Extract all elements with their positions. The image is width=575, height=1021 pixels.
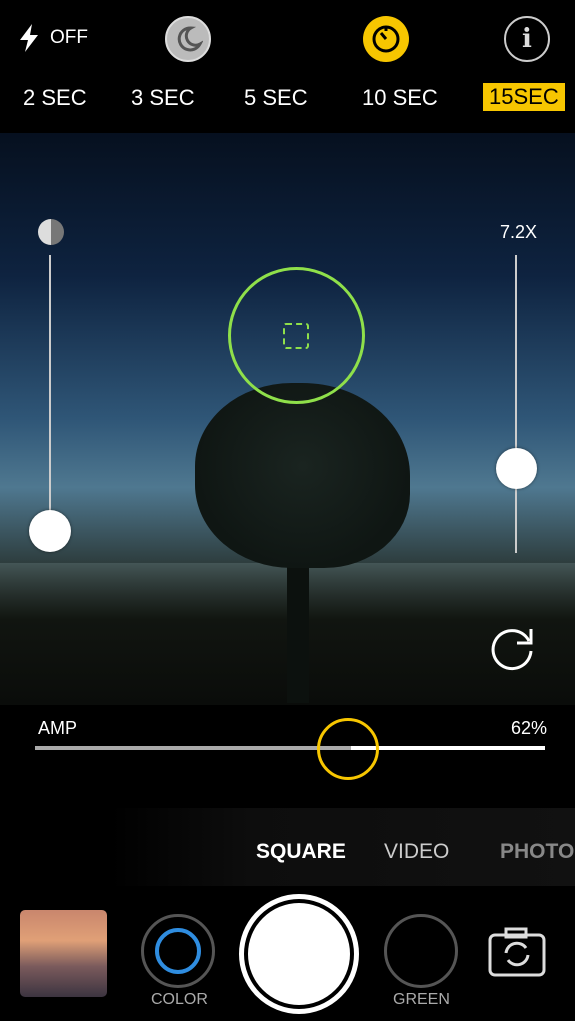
gallery-thumbnail[interactable]	[20, 910, 107, 997]
moon-icon	[177, 26, 203, 52]
exposure-slider-track[interactable]	[49, 255, 51, 530]
filter-color-swatch	[155, 928, 201, 974]
timer-3sec[interactable]: 3 SEC	[131, 85, 195, 111]
lightning-icon	[20, 24, 38, 52]
rotate-icon[interactable]	[485, 621, 539, 675]
zoom-label: 7.2X	[500, 222, 538, 242]
amp-label: AMP	[38, 718, 78, 738]
camera-viewfinder[interactable]: 7.2X	[0, 133, 575, 705]
flash-toggle[interactable]: OFF	[18, 24, 88, 52]
timer-2sec[interactable]: 2 SEC	[23, 85, 87, 111]
timer-15sec[interactable]: 15SEC	[483, 83, 565, 111]
amp-value: 62%	[511, 718, 548, 738]
amp-slider-track[interactable]	[35, 746, 545, 750]
half-circle-icon	[38, 219, 64, 245]
filter-green-button[interactable]	[384, 914, 458, 988]
timer-icon	[372, 25, 400, 53]
night-mode-button[interactable]	[165, 16, 211, 62]
flash-label: OFF	[50, 27, 88, 48]
scene-tree	[195, 383, 410, 568]
filter-green-label: GREEN	[393, 991, 450, 1008]
mode-video[interactable]: VIDEO	[384, 840, 449, 864]
zoom-slider-track[interactable]	[515, 255, 517, 553]
shutter-inner	[248, 903, 350, 1005]
amp-slider-knob[interactable]	[317, 718, 379, 780]
timer-10sec[interactable]: 10 SEC	[362, 85, 438, 111]
timer-button[interactable]	[363, 16, 409, 62]
filter-color-label: COLOR	[151, 991, 208, 1008]
exposure-slider-knob[interactable]	[29, 510, 71, 552]
zoom-slider-knob[interactable]	[496, 448, 537, 489]
shutter-button[interactable]	[239, 894, 359, 1014]
mode-square[interactable]: SQUARE	[256, 840, 346, 864]
focus-point-icon	[283, 323, 309, 349]
timer-5sec[interactable]: 5 SEC	[244, 85, 308, 111]
info-button[interactable]: i	[504, 16, 550, 62]
info-icon: i	[522, 24, 532, 54]
mode-photo[interactable]: PHOTO	[500, 840, 574, 864]
switch-camera-icon[interactable]	[488, 927, 546, 977]
